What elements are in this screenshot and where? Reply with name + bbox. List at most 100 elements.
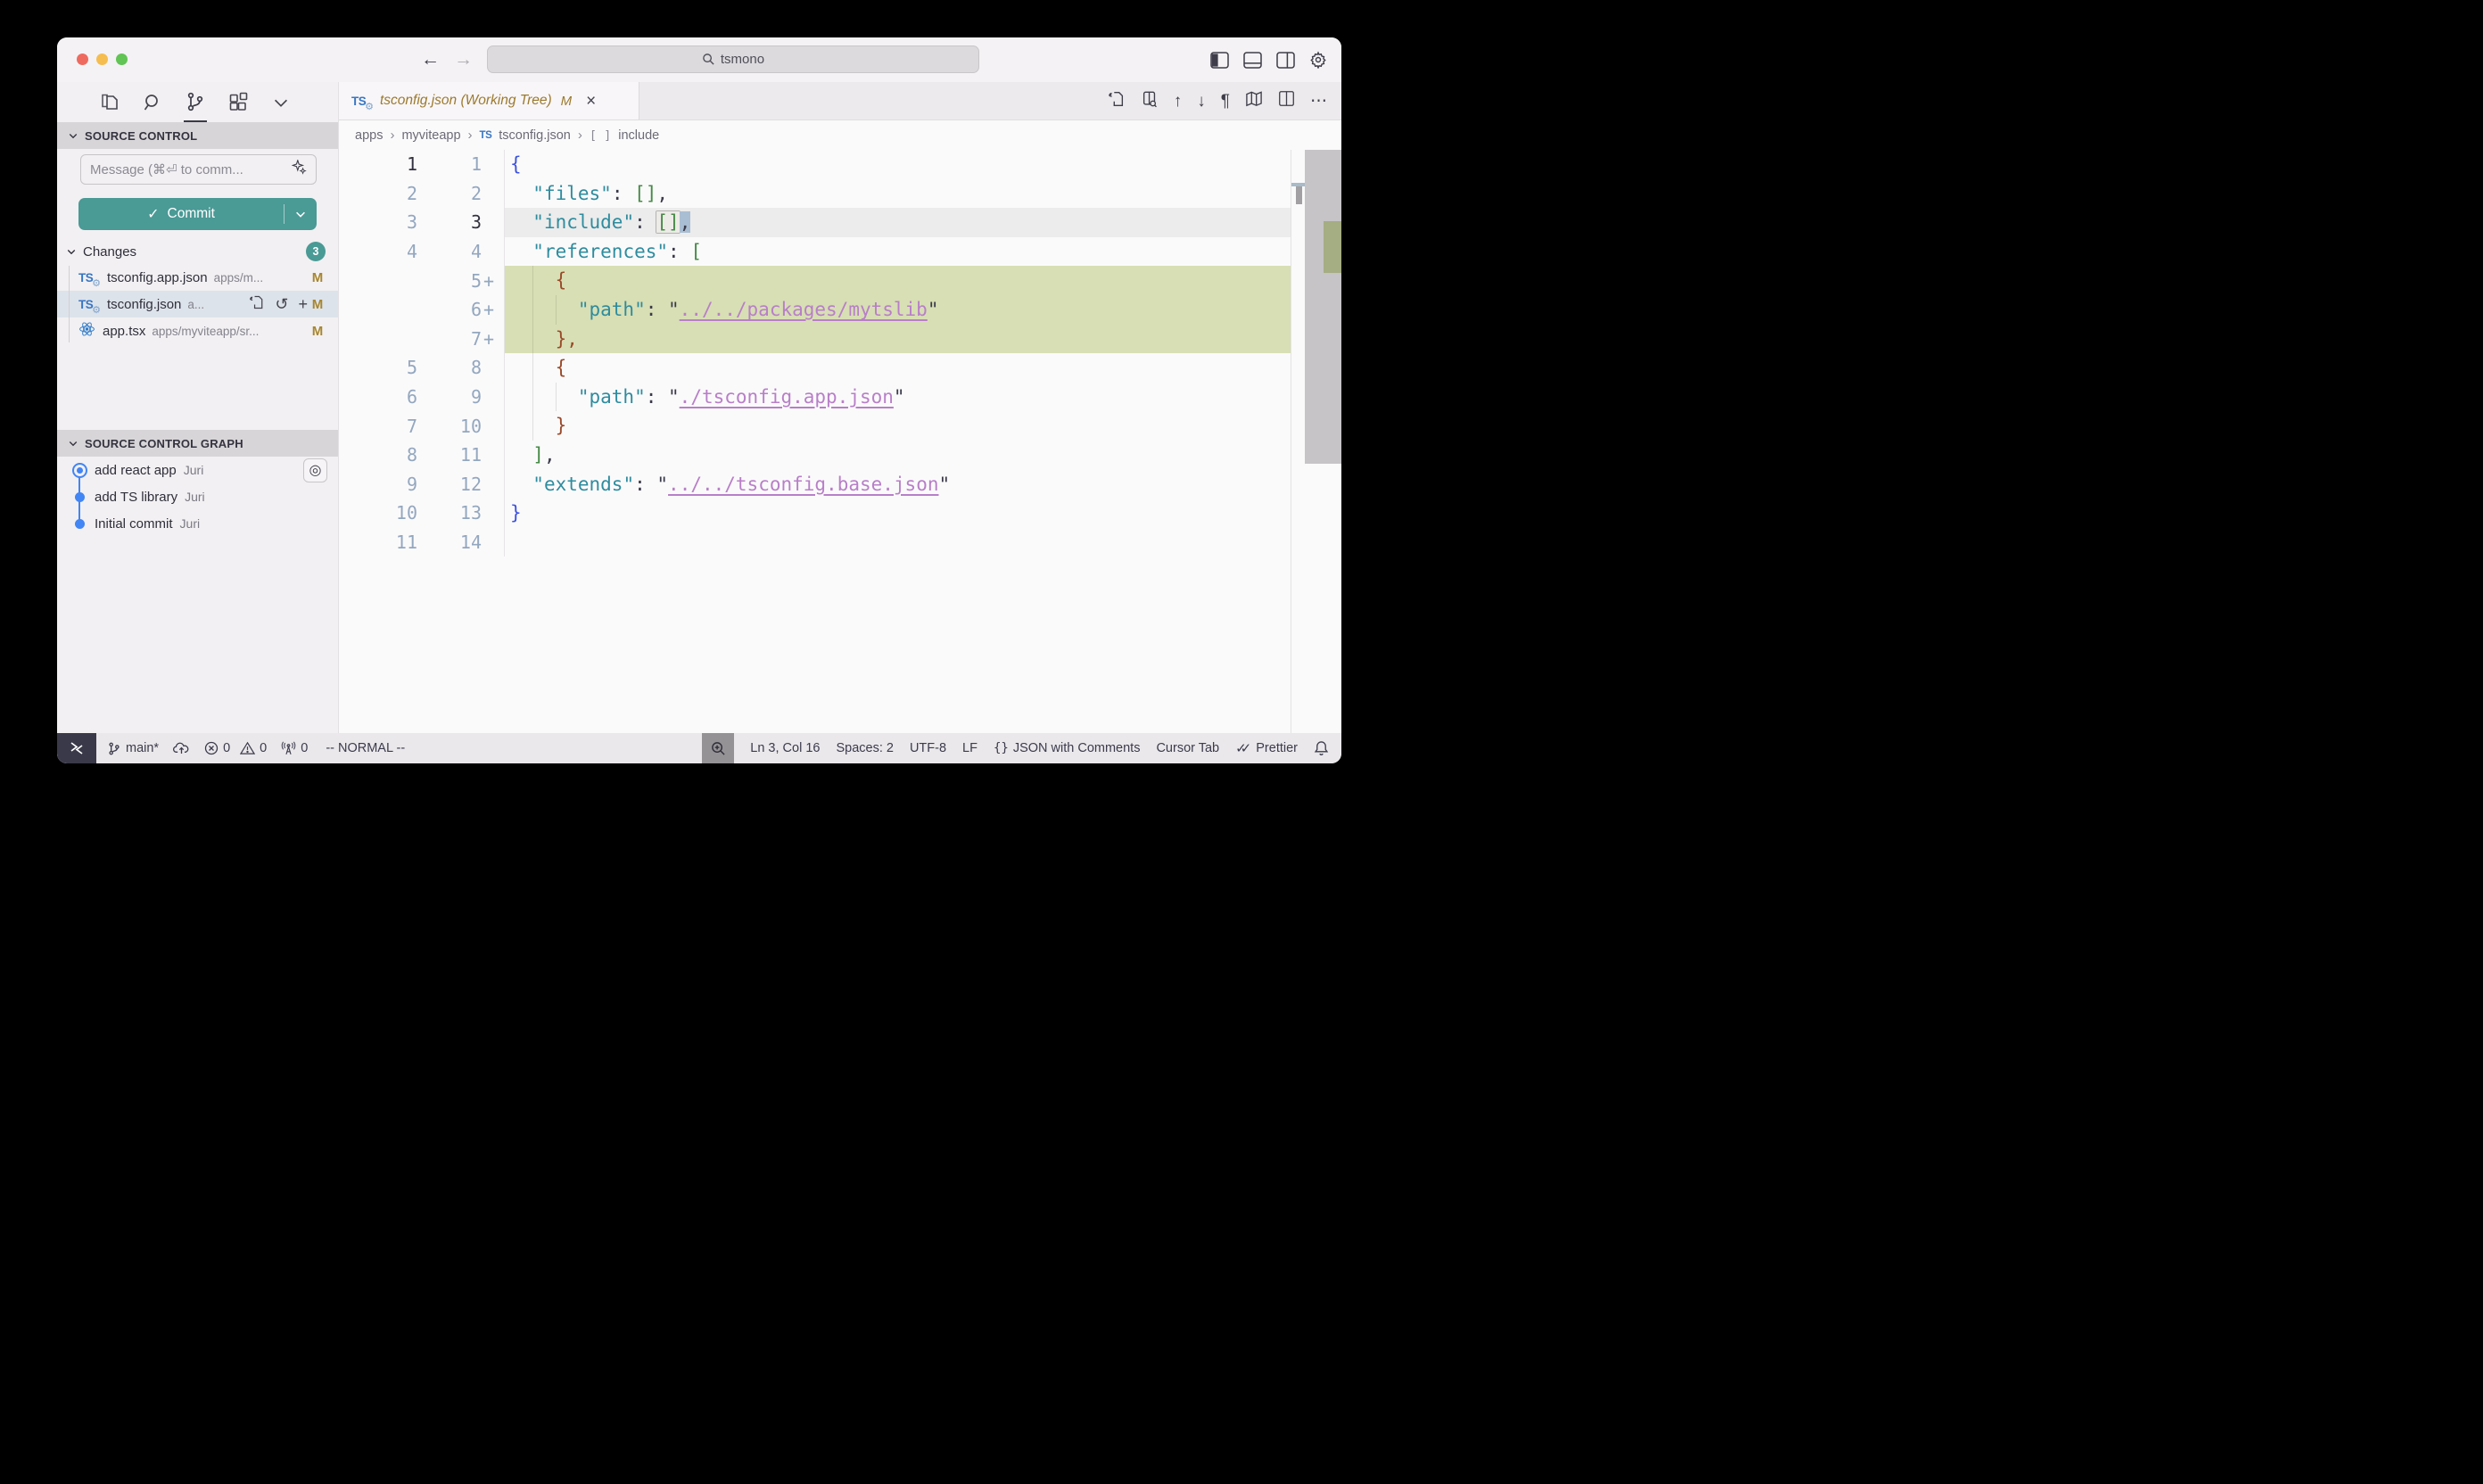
- zoom-window-button[interactable]: [116, 54, 128, 65]
- go-to-file-icon[interactable]: [1108, 90, 1126, 112]
- commit-row[interactable]: add TS libraryJuri: [57, 483, 338, 510]
- scrollbar-thumb[interactable]: [1305, 150, 1341, 464]
- code-line[interactable]: 33 "include": [],: [339, 208, 1341, 237]
- breadcrumb-item-apps[interactable]: apps: [355, 128, 383, 143]
- minimize-window-button[interactable]: [96, 54, 108, 65]
- commit-dropdown-button[interactable]: [285, 208, 317, 220]
- remote-indicator[interactable]: [57, 733, 96, 763]
- minimap[interactable]: [1291, 150, 1305, 733]
- problems-item[interactable]: 0 0: [204, 741, 267, 755]
- code-text[interactable]: "path": "./tsconfig.app.json": [505, 383, 1291, 412]
- open-file-icon[interactable]: [249, 294, 265, 314]
- checkout-target-button[interactable]: ◎: [303, 458, 327, 482]
- indentation-item[interactable]: Spaces: 2: [836, 741, 894, 755]
- code-line[interactable]: 58 {: [339, 353, 1341, 383]
- open-changes-editor-icon[interactable]: [1141, 90, 1159, 112]
- source-control-section-header[interactable]: SOURCE CONTROL: [57, 122, 338, 149]
- stage-changes-icon[interactable]: +: [298, 296, 308, 312]
- path-link[interactable]: ./tsconfig.app.json: [680, 386, 894, 408]
- back-icon[interactable]: ←: [421, 49, 440, 70]
- code-text[interactable]: [505, 528, 1291, 557]
- titlebar: ← → tsmono: [57, 37, 1341, 82]
- copilot-sparkle-icon[interactable]: [292, 160, 307, 179]
- code-text[interactable]: "references": [: [505, 237, 1291, 267]
- gutter: 811: [339, 441, 505, 470]
- commit-message-input[interactable]: [90, 162, 292, 177]
- code-text[interactable]: {: [505, 353, 1291, 383]
- code-line[interactable]: 11{: [339, 150, 1341, 179]
- added-code-line[interactable]: },: [505, 325, 1291, 354]
- tab-close-icon[interactable]: ×: [586, 93, 596, 110]
- code-line[interactable]: 7+ },: [339, 325, 1341, 354]
- explorer-icon[interactable]: [98, 82, 121, 122]
- language-mode-item[interactable]: {} JSON with Comments: [994, 741, 1140, 755]
- source-control-icon[interactable]: [184, 82, 207, 122]
- code-editor[interactable]: 11{22 "files": [],33 "include": [],44 "r…: [339, 150, 1341, 733]
- sync-changes-item[interactable]: [173, 741, 190, 755]
- cursor-tab-item[interactable]: Cursor Tab: [1156, 741, 1219, 755]
- branch-status-item[interactable]: main*: [107, 741, 159, 756]
- search-sidebar-icon[interactable]: [141, 82, 164, 122]
- code-text[interactable]: "extends": "../../tsconfig.base.json": [505, 470, 1291, 499]
- source-control-graph-header[interactable]: SOURCE CONTROL GRAPH: [57, 430, 338, 457]
- extensions-icon[interactable]: [227, 82, 250, 122]
- code-text[interactable]: }: [505, 499, 1291, 528]
- code-text[interactable]: ],: [505, 441, 1291, 470]
- code-line[interactable]: 5+ {: [339, 266, 1341, 295]
- gutter: 69: [339, 383, 505, 412]
- changes-section-header[interactable]: Changes 3: [57, 239, 338, 264]
- breadcrumb-item-myviteapp[interactable]: myviteapp: [401, 128, 460, 143]
- settings-gear-icon[interactable]: [1309, 51, 1327, 69]
- vim-mode-indicator[interactable]: -- NORMAL --: [326, 741, 405, 755]
- code-line[interactable]: 6+ "path": "../../packages/mytslib": [339, 295, 1341, 325]
- encoding-item[interactable]: UTF-8: [910, 741, 946, 755]
- code-line[interactable]: 1013}: [339, 499, 1341, 528]
- code-text[interactable]: }: [505, 411, 1291, 441]
- code-line[interactable]: 1114: [339, 528, 1341, 557]
- code-line[interactable]: 69 "path": "./tsconfig.app.json": [339, 383, 1341, 412]
- added-code-line[interactable]: "path": "../../packages/mytslib": [505, 295, 1291, 325]
- whitespace-pilcrow-icon[interactable]: ¶: [1221, 93, 1230, 110]
- code-line[interactable]: 811 ],: [339, 441, 1341, 470]
- code-text[interactable]: "include": [],: [505, 208, 1291, 237]
- code-text[interactable]: {: [505, 150, 1291, 179]
- discard-changes-icon[interactable]: ↺: [275, 296, 288, 312]
- commit-row[interactable]: Initial commitJuri: [57, 510, 338, 537]
- forward-icon[interactable]: →: [454, 49, 473, 70]
- tab-tsconfig-json[interactable]: TS⚙ tsconfig.json (Working Tree) M ×: [339, 82, 639, 120]
- ports-item[interactable]: 0: [281, 741, 308, 755]
- breadcrumb-item-tsconfig.json[interactable]: tsconfig.json: [499, 128, 571, 143]
- command-center-search[interactable]: tsmono: [487, 45, 979, 73]
- code-text[interactable]: "files": [],: [505, 179, 1291, 209]
- toggle-panel-icon[interactable]: [1243, 52, 1262, 69]
- formatter-item[interactable]: ✓✓ Prettier: [1235, 740, 1298, 756]
- map-icon[interactable]: [1245, 91, 1263, 111]
- file-row-app.tsx[interactable]: app.tsxapps/myviteapp/sr...M: [57, 317, 338, 344]
- code-line[interactable]: 22 "files": [],: [339, 179, 1341, 209]
- toggle-secondary-sidebar-icon[interactable]: [1276, 52, 1295, 69]
- split-editor-icon[interactable]: [1278, 90, 1295, 111]
- code-line[interactable]: 912 "extends": "../../tsconfig.base.json…: [339, 470, 1341, 499]
- code-line[interactable]: 44 "references": [: [339, 237, 1341, 267]
- close-window-button[interactable]: [77, 54, 88, 65]
- file-row-tsconfig.app.json[interactable]: TS⚙tsconfig.app.jsonapps/m...M: [57, 264, 338, 291]
- commit-row[interactable]: add react appJuri◎: [57, 457, 338, 483]
- notifications-bell-icon[interactable]: [1314, 740, 1329, 756]
- toggle-primary-sidebar-icon[interactable]: [1210, 52, 1229, 69]
- added-code-line[interactable]: {: [505, 266, 1291, 295]
- commit-button[interactable]: ✓ Commit: [78, 198, 317, 230]
- breadcrumb-item-include[interactable]: include: [618, 128, 659, 143]
- path-link[interactable]: ../../tsconfig.base.json: [668, 474, 938, 495]
- breadcrumb-separator: ›: [390, 128, 394, 143]
- code-line[interactable]: 710 }: [339, 411, 1341, 441]
- more-actions-icon[interactable]: ⋯: [1310, 93, 1327, 110]
- zoom-indicator-chip[interactable]: [702, 733, 734, 763]
- cursor-position-item[interactable]: Ln 3, Col 16: [750, 741, 820, 755]
- path-link[interactable]: ../../packages/mytslib: [680, 299, 928, 320]
- eol-item[interactable]: LF: [962, 741, 978, 755]
- more-views-chevron-icon[interactable]: [269, 82, 293, 122]
- next-change-icon[interactable]: ↓: [1197, 93, 1206, 110]
- commit-message-box[interactable]: [80, 154, 317, 185]
- file-row-tsconfig.json[interactable]: TS⚙tsconfig.jsona...↺+M: [57, 291, 338, 317]
- previous-change-icon[interactable]: ↑: [1174, 93, 1183, 110]
